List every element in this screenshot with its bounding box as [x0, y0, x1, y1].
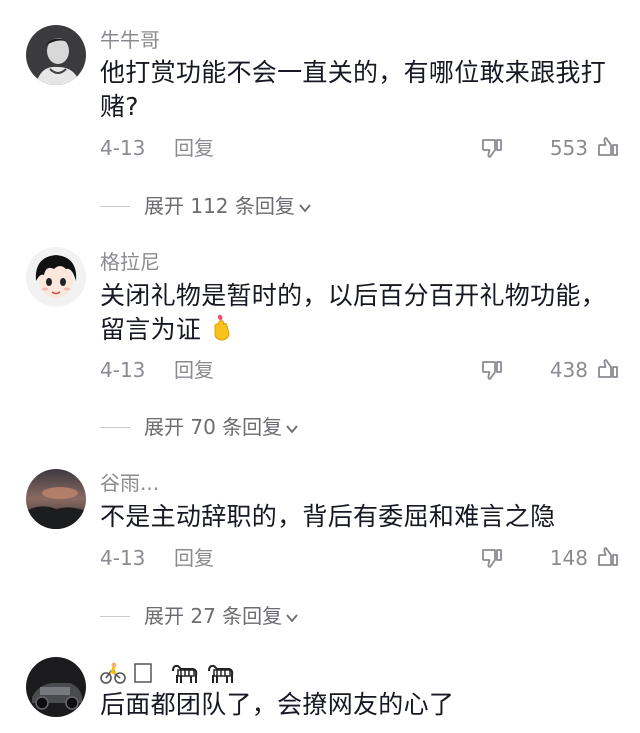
reply-button[interactable]: 回复	[174, 133, 214, 163]
like-count: 438	[549, 358, 588, 382]
expand-replies-button[interactable]: 展开 27 条回复	[100, 601, 360, 631]
thumbs-down-icon[interactable]	[480, 136, 504, 160]
avatar-image-icon	[26, 469, 86, 529]
chevron-down-icon	[286, 424, 298, 433]
avatar[interactable]	[26, 247, 86, 307]
expand-replies-label: 展开 112 条回复	[144, 194, 295, 218]
avatar-image-icon	[26, 657, 86, 717]
like-count: 553	[549, 136, 588, 160]
expand-replies-label: 展开 27 条回复	[144, 604, 283, 628]
thumbs-up-icon[interactable]	[596, 545, 620, 569]
comment-text: 关闭礼物是暂时的，以后百分百开礼物功能，留言为证	[100, 279, 610, 347]
avatar-image-icon	[26, 247, 86, 307]
like-count: 148	[549, 546, 588, 570]
comment-date: 4-13	[100, 136, 146, 160]
comment-text: 他打赏功能不会一直关的，有哪位敢来跟我打赌?	[100, 58, 607, 121]
expand-replies-label: 展开 70 条回复	[144, 415, 283, 439]
chevron-down-icon	[299, 203, 311, 212]
cyclist-emoji-icon	[100, 662, 126, 684]
comment-date: 4-13	[100, 546, 146, 570]
comment-text-body: 关闭礼物是暂时的，以后百分百开礼物功能，留言为证	[100, 281, 607, 344]
expand-divider	[100, 616, 130, 617]
zebra-emoji-icon	[171, 664, 197, 683]
username[interactable]: 牛牛哥	[100, 28, 160, 52]
comment-text: 后面都团队了，会撩网友的心了	[100, 690, 455, 719]
expand-divider	[100, 427, 130, 428]
expand-divider	[100, 206, 130, 207]
avatar[interactable]	[26, 657, 86, 717]
zebra-emoji-icon	[208, 664, 234, 683]
thumbs-up-icon[interactable]	[596, 357, 620, 381]
thumbs-up-icon[interactable]	[596, 135, 620, 159]
avatar-image-icon	[26, 25, 86, 85]
username-emoji-row[interactable]	[100, 661, 235, 685]
reply-button[interactable]: 回复	[174, 543, 214, 573]
thumbs-down-icon[interactable]	[480, 546, 504, 570]
finger-heart-emoji-icon	[214, 314, 230, 341]
comment-date: 4-13	[100, 358, 146, 382]
username[interactable]: 谷雨...	[100, 471, 159, 495]
comment-meta: 4-13 回复 148	[100, 543, 620, 573]
comment-meta: 4-13 回复 553	[100, 133, 620, 163]
username[interactable]: 格拉尼	[100, 250, 160, 274]
expand-replies-button[interactable]: 展开 112 条回复	[100, 191, 360, 221]
comment-meta: 4-13 回复 438	[100, 355, 620, 385]
avatar[interactable]	[26, 469, 86, 529]
avatar[interactable]	[26, 25, 86, 85]
reply-button[interactable]: 回复	[174, 355, 214, 385]
chevron-down-icon	[286, 613, 298, 622]
expand-replies-button[interactable]: 展开 70 条回复	[100, 412, 360, 442]
comment-text: 不是主动辞职的，背后有委屈和难言之隐	[100, 502, 556, 531]
unknown-glyph-icon	[134, 663, 153, 683]
thumbs-down-icon[interactable]	[480, 358, 504, 382]
